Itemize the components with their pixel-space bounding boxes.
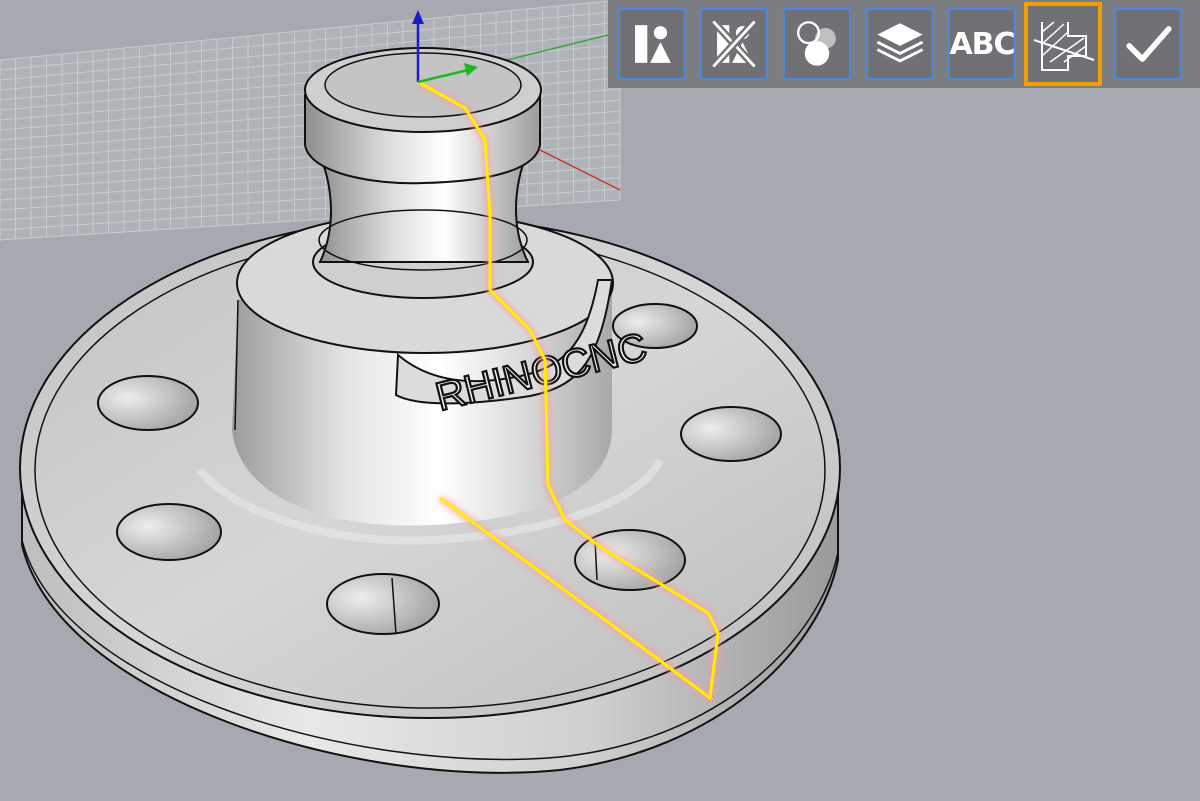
section-button[interactable]: [1024, 2, 1102, 86]
3d-viewport[interactable]: RHINOCNC: [0, 0, 1200, 796]
circles-icon: [797, 21, 836, 66]
confirm-button[interactable]: [1114, 8, 1182, 80]
render-style-button[interactable]: [783, 8, 851, 80]
checkmark-icon: [1126, 26, 1172, 62]
section-hatch-icon: [1033, 21, 1095, 71]
shapes-icon: [635, 25, 671, 63]
view-toolbar: ABC: [608, 0, 1200, 88]
abc-text-icon: ABC: [949, 26, 1015, 62]
crossed-shapes-icon: [710, 18, 758, 70]
text-button[interactable]: ABC: [948, 8, 1016, 80]
layers-button[interactable]: [866, 8, 934, 80]
display-mode-button[interactable]: [618, 8, 686, 80]
layers-icon: [876, 23, 924, 63]
hide-objects-button[interactable]: [700, 8, 768, 80]
